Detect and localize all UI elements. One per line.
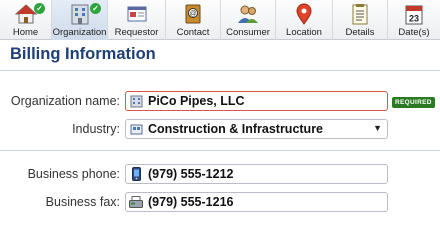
organization-icon xyxy=(67,2,93,26)
fax-icon xyxy=(129,195,143,209)
tab-label: Contact xyxy=(176,27,210,38)
section-divider xyxy=(0,70,440,71)
calendar-day: 23 xyxy=(409,14,419,24)
business-fax-value: (979) 555-1216 xyxy=(148,195,234,209)
tab-label: Date(s) xyxy=(398,27,430,38)
organization-name-field[interactable]: PiCo Pipes, LLC xyxy=(125,91,388,111)
industry-value: Construction & Infrastructure xyxy=(148,122,324,136)
business-fax-field[interactable]: (979) 555-1216 xyxy=(125,192,388,212)
business-phone-value: (979) 555-1212 xyxy=(148,167,234,181)
business-fax-label: Business fax: xyxy=(45,195,120,209)
organization-name-value: PiCo Pipes, LLC xyxy=(148,94,245,108)
tab-label: Details xyxy=(345,27,375,38)
form-divider xyxy=(0,150,440,151)
tab-home[interactable]: ✓ Home xyxy=(0,0,52,40)
tab-label: Home xyxy=(12,27,39,38)
tab-organization[interactable]: ✓ Organization xyxy=(52,0,108,40)
business-phone-label: Business phone: xyxy=(27,167,120,181)
tab-label: Requestor xyxy=(114,27,159,38)
phone-icon xyxy=(129,167,143,181)
chevron-down-icon: ▼ xyxy=(373,123,382,133)
svg-text:@: @ xyxy=(189,11,196,18)
location-icon xyxy=(291,2,317,26)
tab-label: Consumer xyxy=(226,27,270,38)
tab-label: Organization xyxy=(52,27,107,38)
tab-dates[interactable]: 23 Date(s) xyxy=(388,0,440,40)
details-icon xyxy=(347,2,373,26)
tab-contact[interactable]: @ Contact xyxy=(166,0,221,40)
consumer-icon xyxy=(235,2,261,26)
tab-details[interactable]: Details xyxy=(333,0,388,40)
organization-name-label: Organization name: xyxy=(10,94,120,108)
calendar-icon: 23 xyxy=(401,2,427,26)
wizard-toolbar: ✓ Home ✓ Organization Requestor @ Contac… xyxy=(0,0,440,40)
tab-requestor[interactable]: Requestor xyxy=(108,0,166,40)
business-phone-field[interactable]: (979) 555-1212 xyxy=(125,164,388,184)
industry-label: Industry: xyxy=(72,122,120,136)
requestor-icon xyxy=(124,2,150,26)
tab-label: Location xyxy=(286,27,322,38)
tab-consumer[interactable]: Consumer xyxy=(221,0,276,40)
tab-location[interactable]: Location xyxy=(276,0,333,40)
industry-icon xyxy=(129,122,143,136)
section-title: Billing Information xyxy=(10,45,156,63)
industry-select[interactable]: Construction & Infrastructure ▼ xyxy=(125,119,388,139)
building-icon xyxy=(129,94,143,108)
completed-check-icon: ✓ xyxy=(34,3,45,14)
required-badge: REQUIRED xyxy=(392,97,435,108)
completed-check-icon: ✓ xyxy=(90,3,101,14)
contact-icon: @ xyxy=(180,2,206,26)
